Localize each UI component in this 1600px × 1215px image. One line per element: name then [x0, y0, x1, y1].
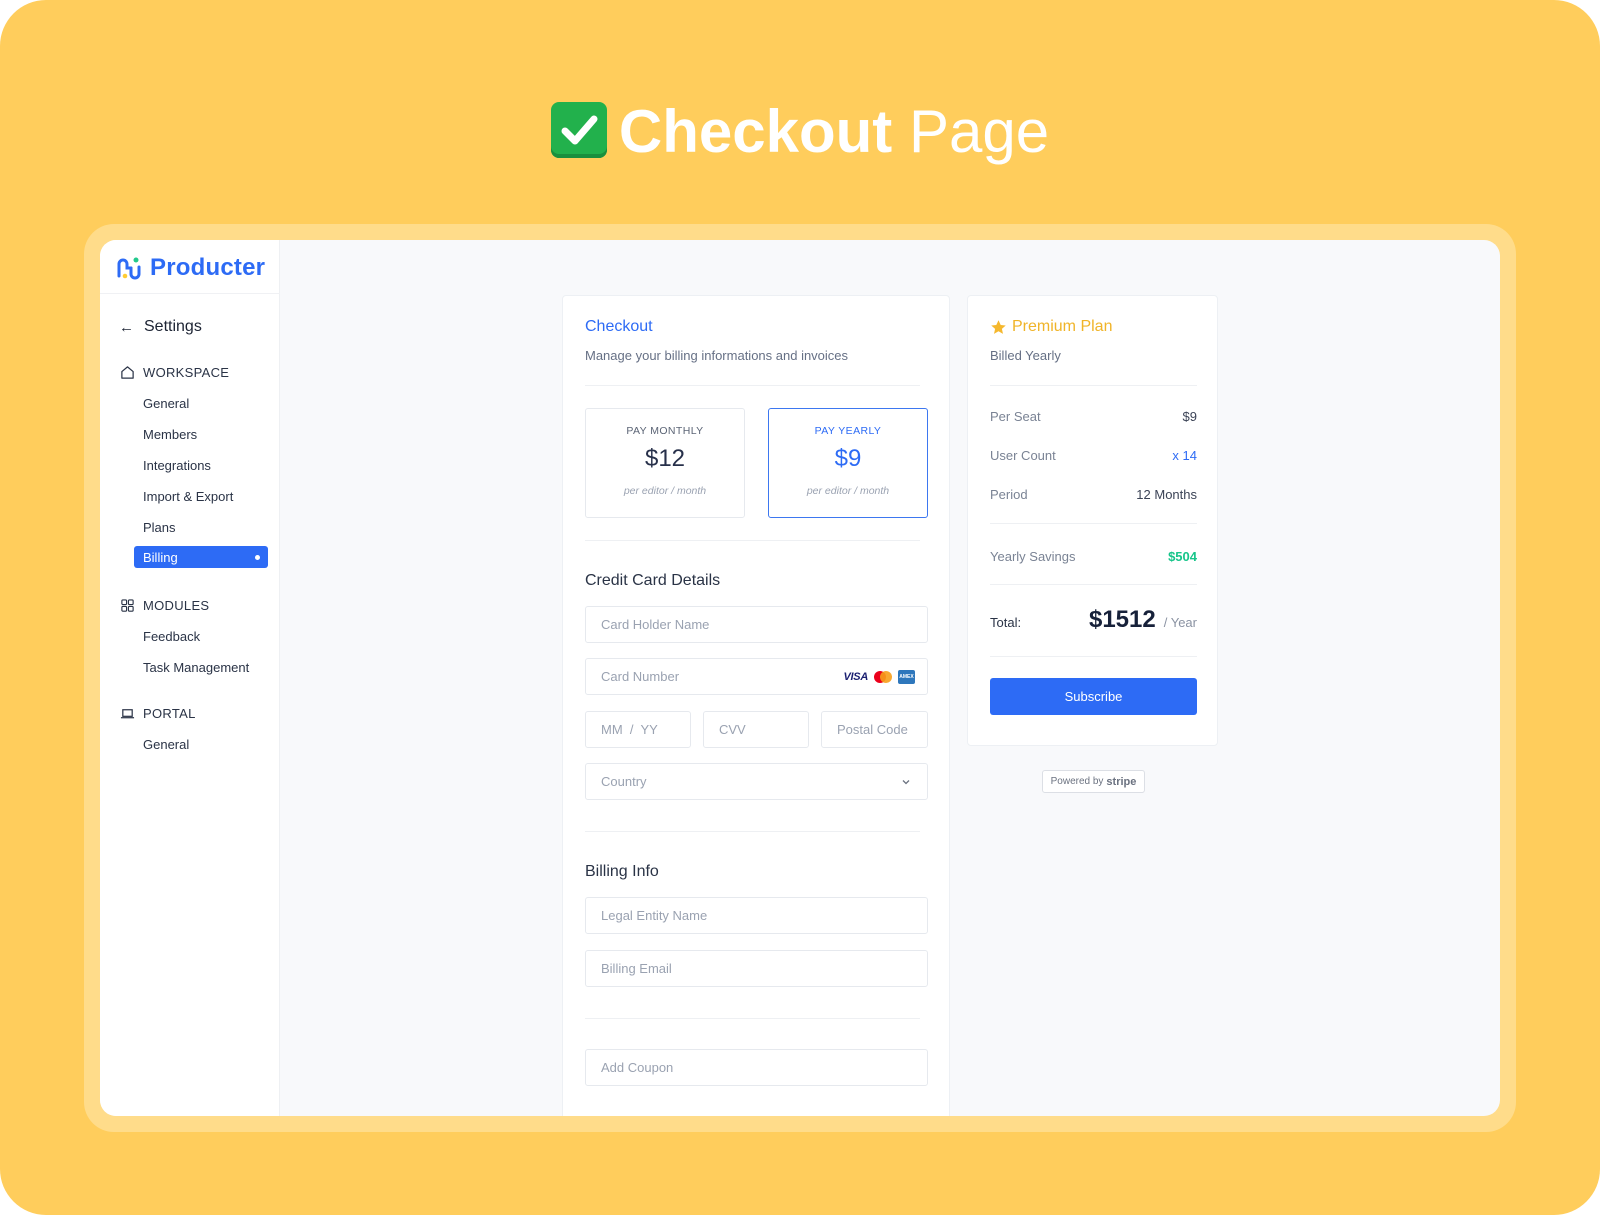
option-per: per editor / month [806, 485, 890, 497]
billing-email-input[interactable]: Billing Email [585, 950, 928, 987]
checkout-subtitle: Manage your billing informations and inv… [585, 348, 849, 363]
postal-code-input[interactable]: Postal Code [821, 711, 928, 748]
option-per: per editor / month [623, 485, 707, 497]
chevron-down-icon [902, 780, 910, 785]
row-value: x 14 [1172, 448, 1197, 463]
grid-icon [121, 599, 134, 612]
section-title: MODULES [143, 598, 210, 613]
mastercard-icon [874, 671, 892, 683]
divider [100, 293, 280, 294]
total-unit: / Year [1163, 615, 1197, 630]
option-label: PAY MONTHLY [626, 425, 704, 437]
section-title: WORKSPACE [143, 365, 230, 380]
divider [585, 831, 920, 832]
background-frame: Checkout Page Producter ← Settings WORKS… [0, 0, 1600, 1215]
sidebar-item-plans[interactable]: Plans [134, 516, 268, 538]
sidebar-section-workspace: WORKSPACE [120, 365, 229, 380]
billing-info-section-title: Billing Info [585, 863, 659, 880]
star-icon [991, 319, 1006, 334]
subscribe-button[interactable]: Subscribe [990, 678, 1197, 715]
sidebar-item-portal-general[interactable]: General [134, 733, 268, 755]
settings-label: Settings [144, 318, 202, 335]
home-icon [121, 366, 134, 379]
row-label: User Count [990, 448, 1056, 463]
row-value: 12 Months [1136, 487, 1197, 502]
brand-logo[interactable]: Producter [116, 254, 265, 282]
checkmark-icon [550, 102, 607, 158]
sidebar: Producter ← Settings WORKSPACE General M… [100, 240, 280, 1116]
producter-logo-icon [117, 257, 141, 280]
sidebar-section-modules: MODULES [120, 598, 209, 613]
plan-title: Premium Plan [1012, 318, 1113, 335]
laptop-icon [120, 709, 135, 719]
divider [585, 1018, 920, 1019]
country-placeholder: Country [601, 774, 647, 789]
powered-by-stripe-badge[interactable]: Powered by stripe [1042, 770, 1145, 793]
country-select[interactable]: Country [585, 763, 928, 800]
settings-back-link[interactable]: ← Settings [119, 318, 202, 336]
pay-monthly-option[interactable]: PAY MONTHLY $12 per editor / month [585, 408, 745, 518]
plan-summary-card: Premium Plan Billed Yearly Per Seat $9 U… [967, 295, 1218, 746]
row-value: $9 [1182, 409, 1197, 424]
stripe-prefix: Powered by [1050, 776, 1104, 787]
amex-icon: AMEX [898, 670, 915, 684]
sidebar-item-billing[interactable]: Billing [134, 546, 268, 568]
row-label: Period [990, 487, 1028, 502]
option-label: PAY YEARLY [814, 425, 882, 437]
per-seat-row: Per Seat $9 [990, 409, 1197, 424]
total-label: Total: [990, 615, 1022, 630]
divider [990, 523, 1197, 524]
card-number-placeholder: Card Number [601, 669, 680, 684]
coupon-input[interactable]: Add Coupon [585, 1049, 928, 1086]
divider [990, 656, 1197, 657]
section-title: PORTAL [143, 706, 196, 721]
divider [990, 584, 1197, 585]
sidebar-item-import-export[interactable]: Import & Export [134, 485, 268, 507]
plan-title-row: Premium Plan [990, 318, 1112, 336]
option-price: $9 [834, 445, 862, 472]
headline-bold: Checkout [618, 98, 893, 165]
sidebar-item-members[interactable]: Members [134, 423, 268, 445]
sidebar-section-portal: PORTAL [120, 706, 196, 721]
back-arrow-icon: ← [119, 318, 134, 336]
sidebar-item-integrations[interactable]: Integrations [134, 454, 268, 476]
sidebar-item-feedback[interactable]: Feedback [134, 625, 268, 647]
row-label: Yearly Savings [990, 549, 1076, 564]
stripe-logo: stripe [1106, 775, 1137, 788]
sidebar-item-general[interactable]: General [134, 392, 268, 414]
headline-light: Page [908, 98, 1050, 165]
checkout-card: Checkout Manage your billing information… [562, 295, 950, 1116]
yearly-savings-row: Yearly Savings $504 [990, 549, 1197, 564]
total-value: $1512 [1088, 606, 1156, 633]
brand-name: Producter [150, 254, 266, 281]
period-row: Period 12 Months [990, 487, 1197, 502]
row-label: Per Seat [990, 409, 1041, 424]
page-headline: Checkout Page [0, 96, 1600, 168]
user-count-row: User Count x 14 [990, 448, 1197, 463]
divider [990, 385, 1197, 386]
divider [585, 540, 920, 541]
option-price: $12 [644, 445, 686, 472]
card-brand-logos: VISA AMEX [844, 670, 915, 684]
credit-card-section-title: Credit Card Details [585, 572, 721, 589]
legal-entity-input[interactable]: Legal Entity Name [585, 897, 928, 934]
checkout-title: Checkout [585, 318, 653, 335]
divider [585, 385, 920, 386]
pay-yearly-option[interactable]: PAY YEARLY $9 per editor / month [768, 408, 928, 518]
row-value: $504 [1168, 549, 1197, 564]
expiry-input[interactable]: MM / YY [585, 711, 691, 748]
sidebar-item-task-management[interactable]: Task Management [134, 656, 268, 678]
expiry-placeholder: MM / YY [601, 722, 658, 737]
plan-subtitle: Billed Yearly [990, 348, 1061, 363]
cvv-input[interactable]: CVV [703, 711, 809, 748]
card-number-input[interactable]: Card Number VISA AMEX [585, 658, 928, 695]
app-window: Producter ← Settings WORKSPACE General M… [100, 240, 1500, 1116]
total-row: Total: $1512 / Year [990, 606, 1197, 634]
card-holder-input[interactable]: Card Holder Name [585, 606, 928, 643]
visa-icon: VISA [843, 671, 869, 683]
